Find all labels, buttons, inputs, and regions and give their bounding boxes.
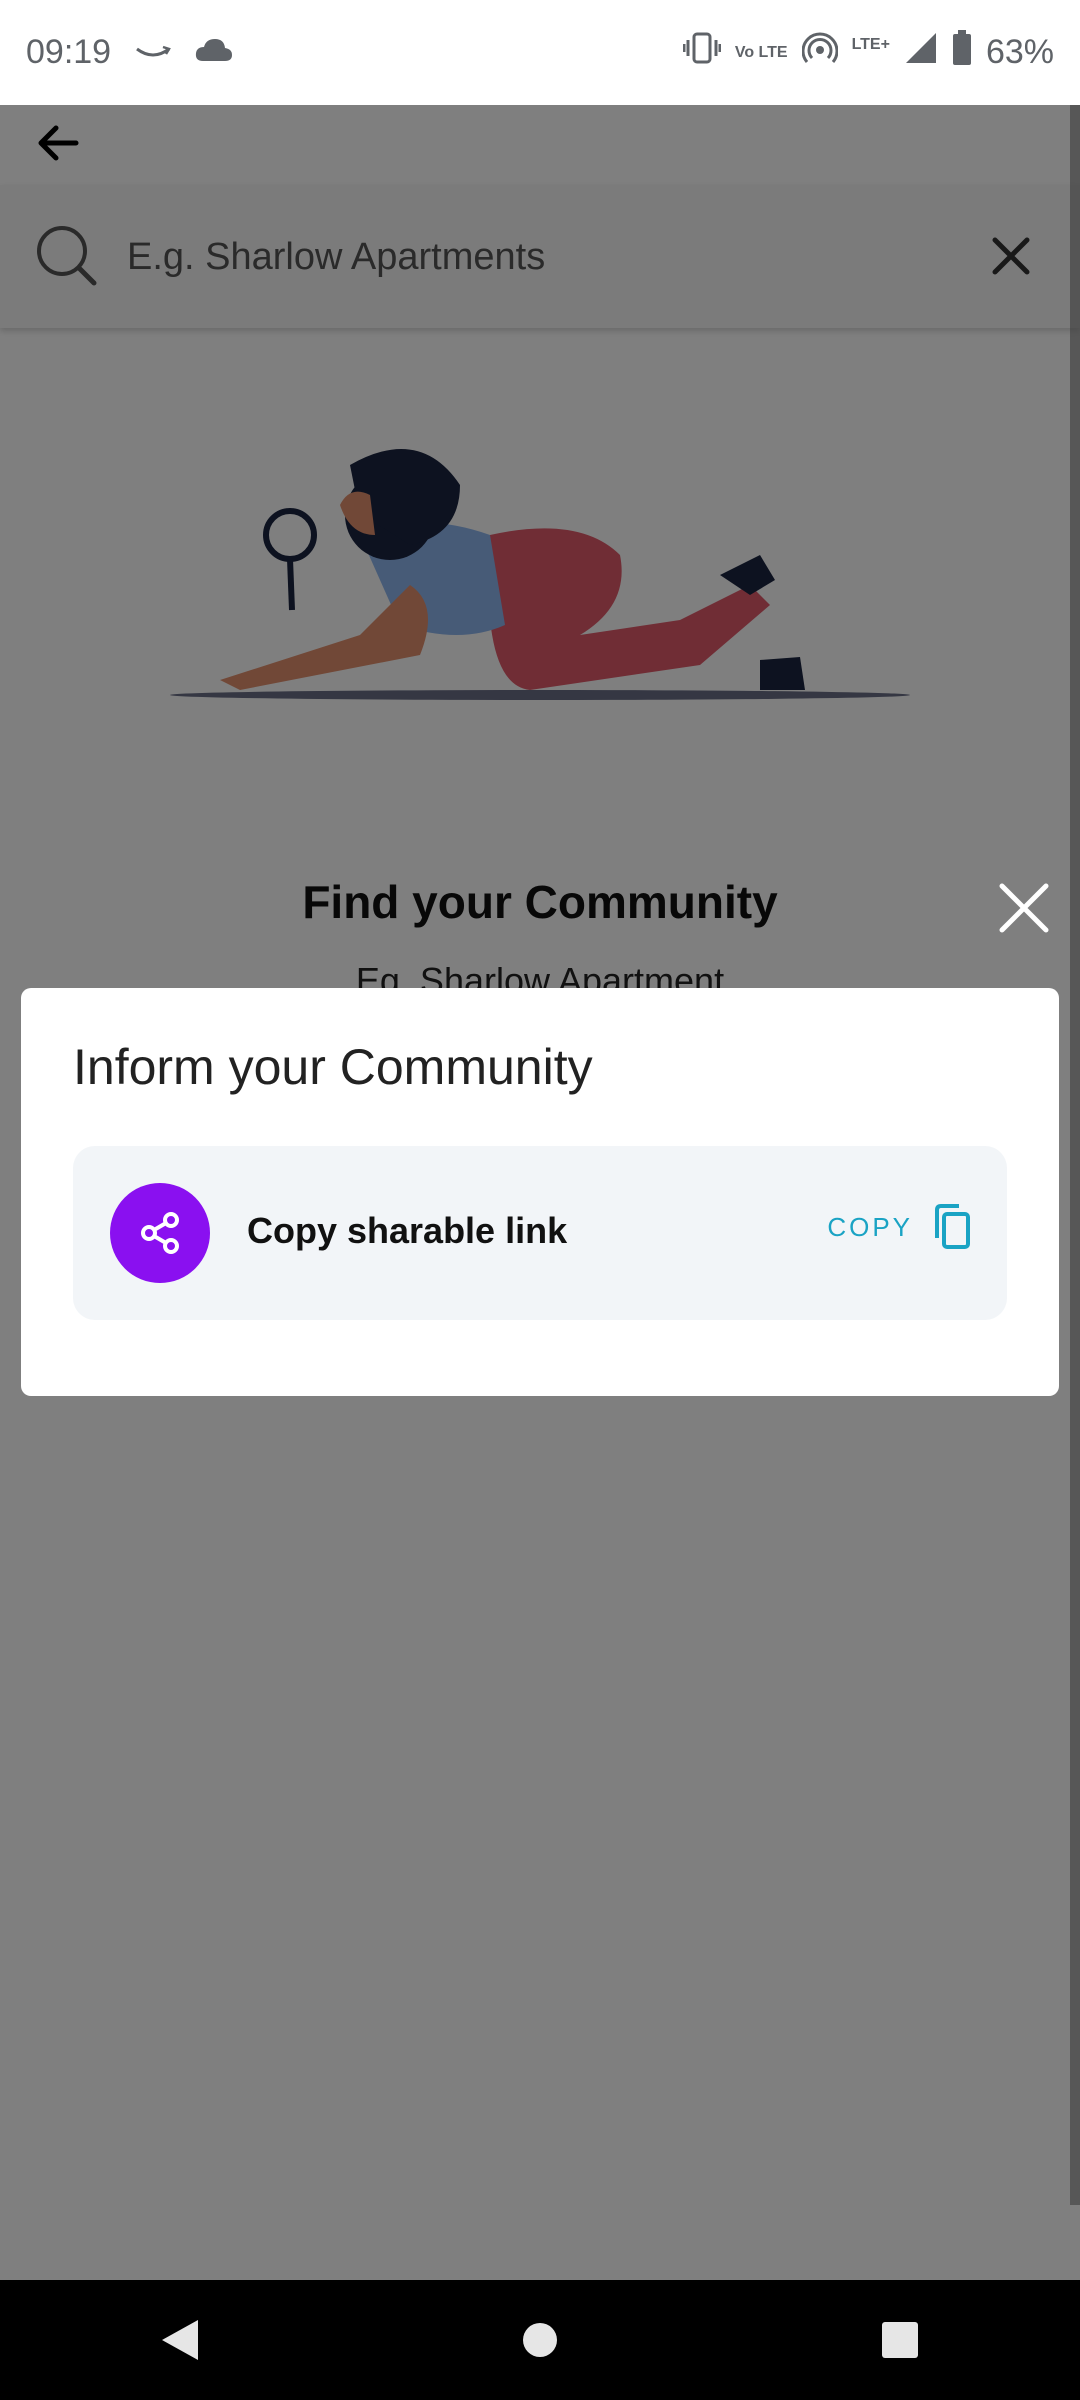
volte-text: Vo LTE [734, 43, 788, 61]
copy-link-card[interactable]: Copy sharable link COPY [73, 1146, 1007, 1320]
nav-recents-button[interactable] [840, 2280, 960, 2400]
circle-home-icon [523, 2323, 557, 2357]
scrollbar[interactable] [1070, 105, 1080, 2205]
share-icon-badge [110, 1183, 210, 1283]
nav-back-button[interactable] [120, 2280, 240, 2400]
network-type: LTE+ [851, 36, 890, 53]
signal-icon [904, 31, 938, 74]
copy-button[interactable]: COPY [827, 1204, 971, 1250]
hotspot-icon [801, 30, 838, 75]
triangle-back-icon [162, 2320, 198, 2360]
square-recents-icon [882, 2322, 918, 2358]
volte-icon: Vo LTE [734, 43, 788, 61]
close-dialog-button[interactable] [996, 880, 1052, 936]
copy-link-label: Copy sharable link [247, 1210, 568, 1251]
copy-icon [935, 1204, 970, 1249]
battery-level: 63% [985, 33, 1054, 71]
status-bar: 09:19 Vo LTE LTE+ 63% [0, 0, 1080, 105]
close-icon [999, 883, 1049, 933]
inform-community-dialog: Inform your Community Copy sharable link… [21, 988, 1059, 1396]
amazon-smile-icon [133, 33, 173, 72]
battery-icon [952, 30, 972, 75]
nav-home-button[interactable] [480, 2280, 600, 2400]
copy-button-label: COPY [827, 1211, 913, 1242]
status-time: 09:19 [26, 33, 112, 71]
vibrate-icon [682, 31, 722, 74]
dialog-title: Inform your Community [73, 1039, 593, 1095]
system-nav-bar [0, 2280, 1080, 2400]
share-icon [141, 1212, 179, 1254]
cloud-icon [195, 33, 233, 72]
